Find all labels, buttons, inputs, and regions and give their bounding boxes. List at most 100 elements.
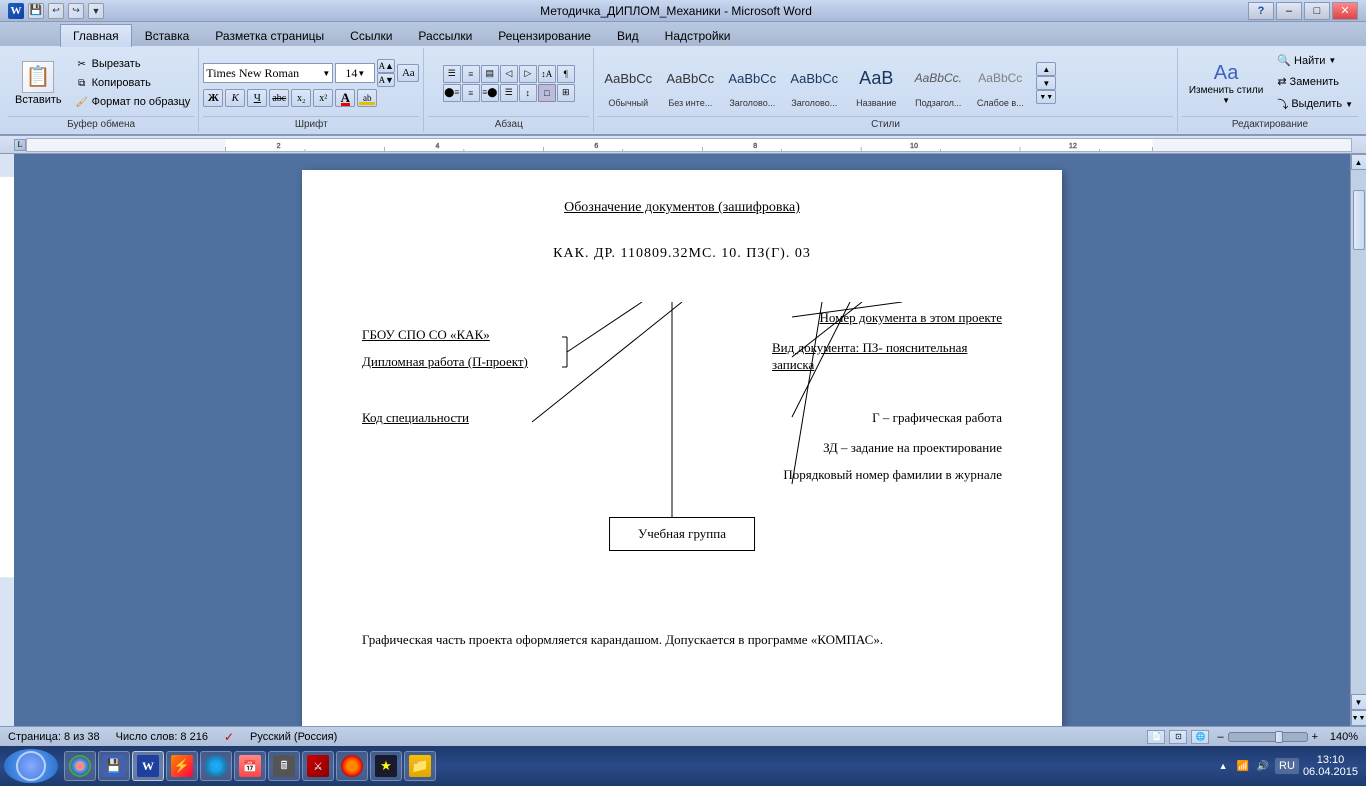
format-painter-button[interactable]: 🖌 Формат по образцу — [71, 93, 195, 111]
zoom-slider[interactable] — [1228, 732, 1308, 742]
copy-button[interactable]: ⧉ Копировать — [71, 74, 195, 92]
start-button[interactable] — [4, 749, 58, 783]
taskbar-word[interactable]: W — [132, 751, 164, 781]
style-subtitle[interactable]: AaBbCс. Подзагол... — [908, 55, 968, 111]
view-full-btn[interactable]: ⊡ — [1169, 730, 1187, 744]
close-btn[interactable]: ✕ — [1332, 2, 1358, 20]
editing-label: Редактирование — [1182, 116, 1358, 130]
styles-more-btn[interactable]: ▼▼ — [1036, 90, 1056, 104]
tab-references[interactable]: Ссылки — [337, 24, 405, 46]
zoom-thumb[interactable] — [1275, 731, 1283, 743]
redo-icon[interactable]: ↪ — [68, 3, 84, 19]
style-normal[interactable]: AaBbCс Обычный — [598, 55, 658, 111]
list-bullet-btn[interactable]: ☰ — [443, 65, 461, 83]
help-btn[interactable]: ? — [1248, 2, 1274, 20]
clear-format-btn[interactable]: Аа — [397, 64, 419, 82]
restore-btn[interactable]: □ — [1304, 2, 1330, 20]
line-spacing-btn[interactable]: ↕ — [519, 84, 537, 102]
zoom-out-btn[interactable]: – — [1217, 731, 1223, 743]
superscript-button[interactable]: x² — [313, 89, 333, 107]
taskbar-calendar[interactable]: 📅 — [234, 751, 266, 781]
tab-mailings[interactable]: Рассылки — [405, 24, 485, 46]
align-left-btn[interactable]: ⬤≡ — [443, 84, 461, 102]
taskbar-globe[interactable]: 🌐 — [200, 751, 232, 781]
star-icon: ★ — [375, 755, 397, 777]
tab-page-layout[interactable]: Разметка страницы — [202, 24, 337, 46]
styles-up-btn[interactable]: ▲ — [1036, 62, 1056, 76]
replace-button[interactable]: ⇄ Заменить — [1272, 72, 1358, 91]
scroll-track[interactable] — [1352, 170, 1366, 694]
view-web-btn[interactable]: 🌐 — [1191, 730, 1209, 744]
menu-icon[interactable]: ▼ — [88, 3, 104, 19]
tab-home[interactable]: Главная — [60, 24, 132, 47]
increase-indent-btn[interactable]: ▷ — [519, 65, 537, 83]
shading-btn[interactable]: □ — [538, 84, 556, 102]
taskbar-star[interactable]: ★ — [370, 751, 402, 781]
tray-network[interactable]: 📶 — [1235, 758, 1251, 774]
zoom-in-btn[interactable]: + — [1312, 731, 1318, 743]
font-size-selector[interactable]: 14 ▼ — [335, 63, 375, 83]
italic-button[interactable]: К — [225, 89, 245, 107]
show-marks-btn[interactable]: ¶ — [557, 65, 575, 83]
scroll-down-btn[interactable]: ▼ — [1351, 694, 1366, 710]
strikethrough-button[interactable]: abc — [269, 89, 289, 107]
tray-volume[interactable]: 🔊 — [1255, 758, 1271, 774]
style-heading2[interactable]: AaBbCс Заголово... — [784, 55, 844, 111]
scroll-area[interactable]: Обозначение документов (зашифровка) КАК.… — [14, 154, 1350, 726]
taskbar-red-icon[interactable]: ⚔ — [302, 751, 334, 781]
tab-review[interactable]: Рецензирование — [485, 24, 604, 46]
paste-button[interactable]: 📋 Вставить — [8, 58, 69, 109]
style-subtle-emph[interactable]: AaBbCс Слабое в... — [970, 55, 1030, 111]
taskbar-calculator[interactable]: 🖩 — [268, 751, 300, 781]
scroll-thumb[interactable] — [1353, 190, 1365, 250]
style-heading1[interactable]: AaBbCс Заголово... — [722, 55, 782, 111]
minimize-btn[interactable]: – — [1276, 2, 1302, 20]
scroll-next-page[interactable]: ▼▼ — [1351, 710, 1366, 726]
tray-up-arrow[interactable]: ▲ — [1215, 758, 1231, 774]
subscript-button[interactable]: x₂ — [291, 89, 311, 107]
taskbar-firefox[interactable] — [336, 751, 368, 781]
align-right-btn[interactable]: ≡⬤ — [481, 84, 499, 102]
align-center-btn[interactable]: ≡ — [462, 84, 480, 102]
highlight-btn[interactable]: ab — [357, 89, 377, 107]
taskbar-lightning[interactable]: ⚡ — [166, 751, 198, 781]
taskbar-folder[interactable]: 📁 — [404, 751, 436, 781]
tab-view[interactable]: Вид — [604, 24, 652, 46]
undo-icon[interactable]: ↩ — [48, 3, 64, 19]
tab-insert[interactable]: Вставка — [132, 24, 203, 46]
find-button[interactable]: 🔍 Найти ▼ — [1272, 51, 1358, 70]
save-icon[interactable]: 💾 — [28, 3, 44, 19]
scroll-up-btn[interactable]: ▲ — [1351, 154, 1366, 170]
right-scrollbar[interactable]: ▲ ▼ ▼▼ — [1350, 154, 1366, 726]
font-color-btn[interactable]: A — [335, 89, 355, 107]
font-name-selector[interactable]: Times New Roman ▼ — [203, 63, 333, 83]
size-arrows: A▲ A▼ — [377, 59, 395, 87]
style-no-spacing[interactable]: AaBbCс Без инте... — [660, 55, 720, 111]
style-title[interactable]: АаВ Название — [846, 55, 906, 111]
underline-button[interactable]: Ч — [247, 89, 267, 107]
borders-btn[interactable]: ⊞ — [557, 84, 575, 102]
taskbar-language[interactable]: RU — [1275, 758, 1299, 774]
justify-btn[interactable]: ☰ — [500, 84, 518, 102]
multilevel-list-btn[interactable]: ▤ — [481, 65, 499, 83]
bold-button[interactable]: Ж — [203, 89, 223, 107]
cut-icon: ✂ — [75, 57, 89, 71]
change-styles-button[interactable]: Аа Изменить стили ▼ — [1182, 57, 1270, 110]
ruler-corner[interactable]: L — [14, 139, 26, 151]
tab-addins[interactable]: Надстройки — [652, 24, 744, 46]
view-print-btn[interactable]: 📄 — [1147, 730, 1165, 744]
list-number-btn[interactable]: ≡ — [462, 65, 480, 83]
taskbar-save[interactable]: 💾 — [98, 751, 130, 781]
font-dropdown-arrow[interactable]: ▼ — [322, 69, 330, 78]
font-size-dropdown-arrow[interactable]: ▼ — [357, 69, 365, 78]
font-decrease-btn[interactable]: A▼ — [377, 73, 395, 87]
styles-down-btn[interactable]: ▼ — [1036, 76, 1056, 90]
select-arrow: ▼ — [1345, 100, 1353, 109]
sort-btn[interactable]: ↕A — [538, 65, 556, 83]
cut-button[interactable]: ✂ Вырезать — [71, 55, 195, 73]
select-button[interactable]: ⤵ Выделить ▼ — [1272, 93, 1358, 115]
decrease-indent-btn[interactable]: ◁ — [500, 65, 518, 83]
font-increase-btn[interactable]: A▲ — [377, 59, 395, 73]
taskbar-chrome[interactable] — [64, 751, 96, 781]
copy-icon: ⧉ — [75, 76, 89, 90]
